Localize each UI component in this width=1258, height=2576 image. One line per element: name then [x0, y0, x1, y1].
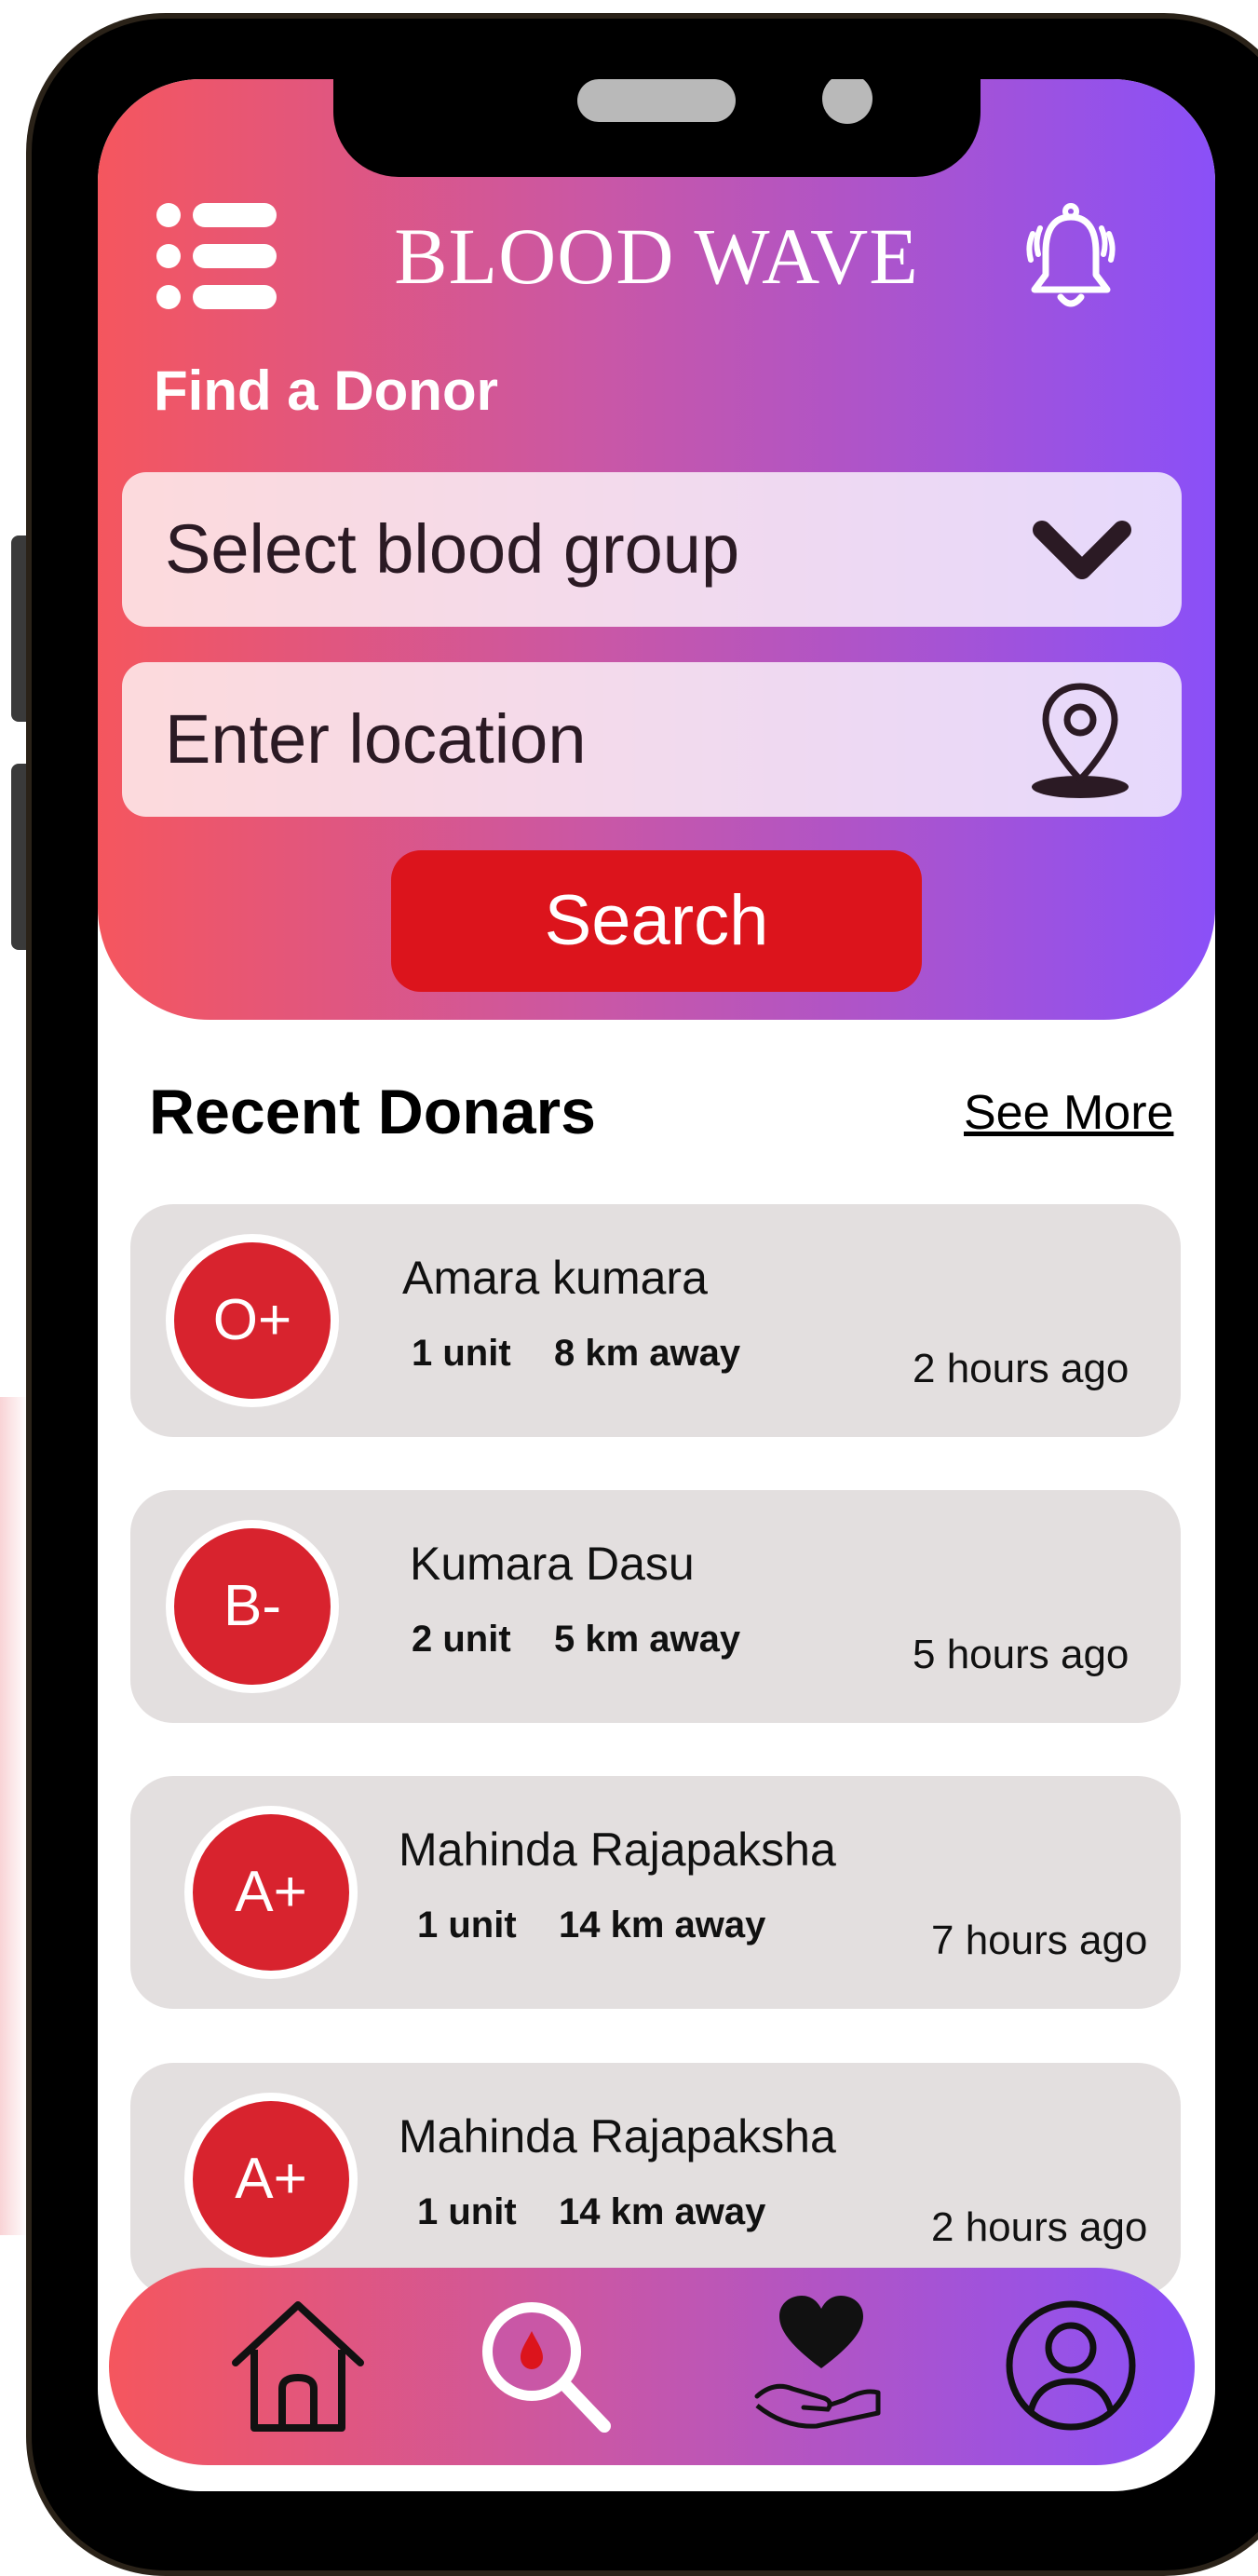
blood-group-badge: B-	[166, 1520, 339, 1693]
donor-units: 2 unit	[412, 1619, 511, 1660]
donor-card[interactable]: A+ Mahinda Rajapaksha 1 unit 14 km away …	[130, 2063, 1181, 2296]
profile-icon[interactable]	[1001, 2296, 1141, 2435]
donor-name: Mahinda Rajapaksha	[399, 2110, 836, 2162]
phone-notch	[333, 79, 981, 177]
blood-group-badge: A+	[184, 1806, 358, 1979]
bottom-navigation	[109, 2268, 1195, 2465]
donor-time: 2 hours ago	[913, 1346, 1129, 1391]
donor-card[interactable]: O+ Amara kumara 1 unit 8 km away 2 hours…	[130, 1204, 1181, 1437]
donor-name: Kumara Dasu	[410, 1538, 695, 1590]
header-panel: BLOOD WAVE Find a Donor Select blood gro…	[98, 79, 1215, 1020]
donor-units: 1 unit	[417, 1905, 517, 1946]
recent-donors-heading: Recent Donars	[149, 1077, 596, 1147]
donor-distance: 14 km away	[559, 2191, 766, 2232]
speaker-grille	[577, 79, 736, 122]
app-title: BLOOD WAVE	[394, 211, 919, 301]
search-button[interactable]: Search	[391, 850, 922, 992]
blood-group-placeholder: Select blood group	[165, 510, 740, 588]
location-placeholder: Enter location	[165, 700, 587, 778]
blood-group-badge: O+	[166, 1234, 339, 1407]
background-blush	[0, 1397, 28, 2235]
front-camera	[822, 79, 872, 124]
see-more-link[interactable]: See More	[964, 1085, 1173, 1141]
donor-card[interactable]: B- Kumara Dasu 2 unit 5 km away 5 hours …	[130, 1490, 1181, 1723]
donor-units: 1 unit	[412, 1333, 511, 1374]
blood-group-badge: A+	[184, 2093, 358, 2266]
menu-icon[interactable]	[156, 200, 277, 312]
blood-group-select[interactable]: Select blood group	[122, 472, 1182, 627]
donor-distance: 14 km away	[559, 1905, 766, 1946]
location-input[interactable]: Enter location	[122, 662, 1182, 817]
donate-heart-icon[interactable]	[751, 2296, 891, 2435]
donor-card[interactable]: A+ Mahinda Rajapaksha 1 unit 14 km away …	[130, 1776, 1181, 2009]
donor-time: 7 hours ago	[931, 1918, 1148, 1963]
chevron-down-icon	[1033, 521, 1131, 579]
donor-distance: 5 km away	[554, 1619, 741, 1660]
location-pin-icon	[1032, 683, 1129, 798]
donor-name: Amara kumara	[402, 1252, 708, 1304]
donor-time: 2 hours ago	[931, 2204, 1148, 2250]
find-donor-heading: Find a Donor	[154, 359, 498, 422]
donor-name: Mahinda Rajapaksha	[399, 1824, 836, 1876]
app-screen: BLOOD WAVE Find a Donor Select blood gro…	[98, 79, 1215, 2491]
donor-time: 5 hours ago	[913, 1632, 1129, 1677]
donor-distance: 8 km away	[554, 1333, 741, 1374]
donor-units: 1 unit	[417, 2191, 517, 2232]
notification-bell-icon[interactable]	[1020, 200, 1122, 317]
home-icon[interactable]	[228, 2296, 368, 2435]
search-blood-icon[interactable]	[474, 2296, 614, 2435]
